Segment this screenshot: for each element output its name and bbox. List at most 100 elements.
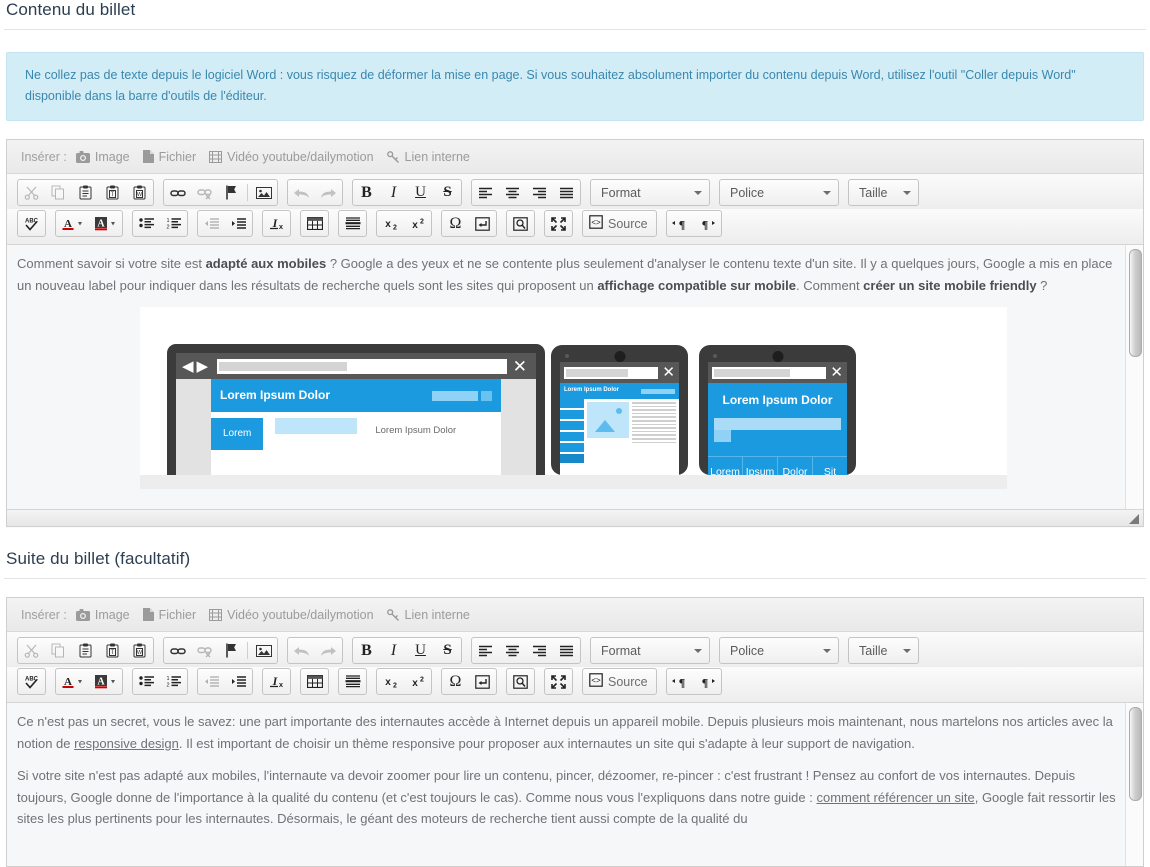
- background-color-button[interactable]: A: [89, 211, 122, 236]
- paste-button-2[interactable]: [72, 638, 99, 663]
- horizontal-rule-button-2[interactable]: [339, 669, 366, 694]
- preview-button-2[interactable]: [507, 669, 534, 694]
- italic-button-2[interactable]: I: [380, 638, 407, 663]
- bold-button-2[interactable]: B: [353, 638, 380, 663]
- anchor-button-2[interactable]: [218, 638, 245, 663]
- font-select-2[interactable]: Police: [719, 637, 839, 664]
- insert-internal-link-2[interactable]: Lien interne: [386, 608, 470, 622]
- subscript-button-2[interactable]: x2: [377, 669, 404, 694]
- link-button-2[interactable]: [164, 638, 191, 663]
- referencer-un-site-link[interactable]: comment référencer un site: [816, 790, 974, 805]
- align-center-button[interactable]: [499, 180, 526, 205]
- insert-file-link[interactable]: Fichier: [142, 150, 196, 164]
- editor-2-content[interactable]: Ce n'est pas un secret, vous le savez: u…: [7, 703, 1143, 866]
- redo-button-2[interactable]: [315, 638, 342, 663]
- strikethrough-button-2[interactable]: S: [434, 638, 461, 663]
- insert-file-link-2[interactable]: Fichier: [142, 608, 196, 622]
- bulleted-list-button-2[interactable]: [133, 669, 160, 694]
- link-button[interactable]: [164, 180, 191, 205]
- unlink-button[interactable]: [191, 180, 218, 205]
- cut-button-2[interactable]: [18, 638, 45, 663]
- resize-handle[interactable]: [1127, 512, 1140, 525]
- spellcheck-button-2[interactable]: ABC: [18, 669, 45, 694]
- insert-video-link-2[interactable]: Vidéo youtube/dailymotion: [209, 608, 374, 622]
- editor-2-scrollbar[interactable]: [1125, 703, 1143, 866]
- indent-button[interactable]: [225, 211, 252, 236]
- format-select-2[interactable]: Format: [590, 637, 710, 664]
- spellcheck-button[interactable]: ABC: [18, 211, 45, 236]
- background-color-button-2[interactable]: A: [89, 669, 122, 694]
- page-break-button[interactable]: [469, 211, 496, 236]
- underline-button-2[interactable]: U: [407, 638, 434, 663]
- superscript-button[interactable]: x2: [404, 211, 431, 236]
- undo-button[interactable]: [288, 180, 315, 205]
- size-select[interactable]: Taille: [848, 179, 919, 206]
- rtl-button[interactable]: ¶: [694, 211, 721, 236]
- editor-2-scrollbar-thumb[interactable]: [1129, 707, 1142, 801]
- bulleted-list-button[interactable]: [133, 211, 160, 236]
- underline-button[interactable]: U: [407, 180, 434, 205]
- indent-button-2[interactable]: [225, 669, 252, 694]
- editor-1-scrollbar-thumb[interactable]: [1129, 249, 1142, 357]
- text-run: . Il est important de choisir un thème r…: [178, 735, 915, 751]
- special-char-button[interactable]: Ω: [442, 211, 469, 236]
- align-justify-button[interactable]: [553, 180, 580, 205]
- copy-button[interactable]: [45, 180, 72, 205]
- size-select-2[interactable]: Taille: [848, 637, 919, 664]
- table-button-2[interactable]: [301, 669, 328, 694]
- align-right-button-2[interactable]: [526, 638, 553, 663]
- align-justify-button-2[interactable]: [553, 638, 580, 663]
- align-center-button-2[interactable]: [499, 638, 526, 663]
- numbered-list-button-2[interactable]: 12: [160, 669, 187, 694]
- bold-button[interactable]: B: [353, 180, 380, 205]
- remove-format-button-2[interactable]: Ix: [263, 669, 290, 694]
- insert-internal-link[interactable]: Lien interne: [386, 150, 470, 164]
- strikethrough-button[interactable]: S: [434, 180, 461, 205]
- paste-from-word-button-2[interactable]: W: [126, 638, 153, 663]
- insert-image-link[interactable]: Image: [75, 150, 130, 164]
- maximize-button-2[interactable]: [545, 669, 572, 694]
- copy-button-2[interactable]: [45, 638, 72, 663]
- remove-format-button[interactable]: Ix: [263, 211, 290, 236]
- paste-from-word-button[interactable]: W: [126, 180, 153, 205]
- table-button[interactable]: [301, 211, 328, 236]
- align-right-button[interactable]: [526, 180, 553, 205]
- image-button[interactable]: [250, 180, 277, 205]
- maximize-button[interactable]: [545, 211, 572, 236]
- paste-as-text-button[interactable]: T: [99, 180, 126, 205]
- source-button[interactable]: <> Source: [583, 211, 656, 236]
- ltr-button-2[interactable]: ¶: [667, 669, 694, 694]
- align-left-button-2[interactable]: [472, 638, 499, 663]
- insert-image-link-2[interactable]: Image: [75, 608, 130, 622]
- ltr-button[interactable]: ¶: [667, 211, 694, 236]
- unlink-button-2[interactable]: [191, 638, 218, 663]
- responsive-design-link[interactable]: responsive design: [74, 736, 179, 751]
- align-left-button[interactable]: [472, 180, 499, 205]
- paste-button[interactable]: [72, 180, 99, 205]
- text-color-button-2[interactable]: A: [56, 669, 89, 694]
- rtl-button-2[interactable]: ¶: [694, 669, 721, 694]
- text-color-button[interactable]: A: [56, 211, 89, 236]
- superscript-button-2[interactable]: x2: [404, 669, 431, 694]
- preview-button[interactable]: [507, 211, 534, 236]
- font-select[interactable]: Police: [719, 179, 839, 206]
- paste-as-text-button-2[interactable]: T: [99, 638, 126, 663]
- page-break-button-2[interactable]: [469, 669, 496, 694]
- outdent-button[interactable]: [198, 211, 225, 236]
- numbered-list-button[interactable]: 12: [160, 211, 187, 236]
- format-select[interactable]: Format: [590, 179, 710, 206]
- anchor-button[interactable]: [218, 180, 245, 205]
- cut-button[interactable]: [18, 180, 45, 205]
- image-button-2[interactable]: [250, 638, 277, 663]
- horizontal-rule-button[interactable]: [339, 211, 366, 236]
- undo-button-2[interactable]: [288, 638, 315, 663]
- redo-button[interactable]: [315, 180, 342, 205]
- special-char-button-2[interactable]: Ω: [442, 669, 469, 694]
- outdent-button-2[interactable]: [198, 669, 225, 694]
- subscript-button[interactable]: x2: [377, 211, 404, 236]
- source-button-2[interactable]: <> Source: [583, 669, 656, 694]
- italic-button[interactable]: I: [380, 180, 407, 205]
- editor-1-content[interactable]: Comment savoir si votre site est adapté …: [7, 245, 1143, 509]
- insert-video-link[interactable]: Vidéo youtube/dailymotion: [209, 150, 374, 164]
- editor-1-scrollbar[interactable]: [1125, 245, 1143, 509]
